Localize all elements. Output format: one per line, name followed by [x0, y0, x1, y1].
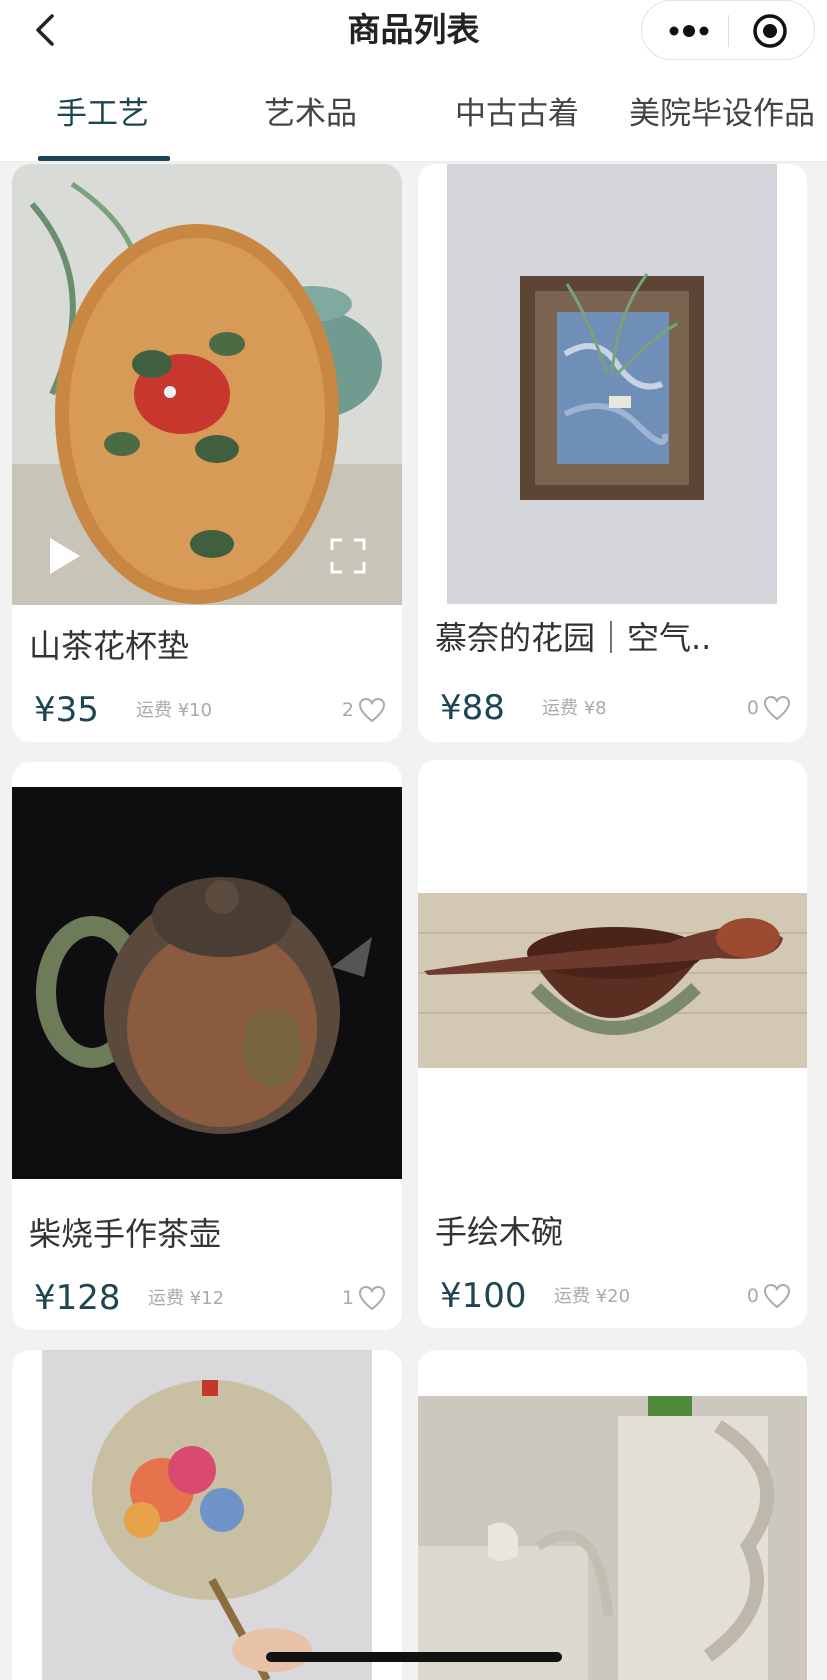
product-video-thumbnail[interactable] [12, 164, 402, 605]
like-button[interactable]: 2 [342, 696, 386, 724]
shipping-fee: 运费 ¥12 [148, 1288, 225, 1309]
play-icon[interactable] [46, 536, 82, 576]
like-count: 0 [746, 1285, 759, 1307]
home-indicator [266, 1652, 562, 1662]
product-image[interactable] [418, 893, 807, 1068]
product-image[interactable] [12, 787, 402, 1179]
product-image[interactable] [418, 1396, 807, 1680]
product-price: ¥35 [34, 690, 99, 730]
category-tabs: 手工艺 艺术品 中古古着 美院毕设作品 [0, 66, 827, 162]
product-card[interactable]: 手绘木碗 ¥100 运费 ¥20 0 [418, 760, 807, 1328]
like-button[interactable]: 0 [747, 1282, 791, 1310]
product-card[interactable] [12, 1350, 402, 1680]
product-image[interactable] [447, 164, 777, 604]
product-card[interactable]: 慕奈的花园｜空气.. ¥88 运费 ¥8 0 [418, 164, 807, 742]
product-card[interactable]: 山茶花杯垫 ¥35 运费 ¥10 2 [12, 164, 402, 742]
target-icon [753, 14, 787, 48]
mini-program-capsule [641, 0, 815, 60]
heart-icon [358, 697, 386, 723]
like-count: 2 [341, 699, 354, 721]
shipping-fee: 运费 ¥20 [554, 1286, 631, 1307]
product-image[interactable] [42, 1350, 372, 1680]
like-count: 0 [746, 697, 759, 719]
heart-icon [763, 1283, 791, 1309]
more-dots-icon [669, 25, 709, 37]
shipping-fee: 运费 ¥8 [542, 698, 607, 719]
close-mini-program-button[interactable] [752, 13, 788, 49]
tab-handicraft[interactable]: 手工艺 [56, 94, 149, 134]
product-price: ¥100 [440, 1276, 527, 1316]
more-button[interactable] [666, 19, 712, 43]
active-tab-indicator [38, 156, 170, 161]
heart-icon [763, 695, 791, 721]
like-count: 1 [341, 1287, 354, 1309]
product-price: ¥128 [34, 1278, 121, 1318]
product-name: 慕奈的花园｜空气.. [435, 619, 712, 657]
product-name: 柴烧手作茶壶 [29, 1215, 222, 1253]
product-price: ¥88 [440, 688, 505, 728]
heart-icon [358, 1285, 386, 1311]
tab-graduation-works[interactable]: 美院毕设作品 [629, 94, 815, 134]
tab-vintage-clothing[interactable]: 中古古着 [455, 94, 579, 134]
product-card[interactable] [418, 1350, 807, 1680]
like-button[interactable]: 0 [747, 694, 791, 722]
navigation-bar: 商品列表 [0, 0, 827, 66]
capsule-divider [728, 15, 729, 47]
product-name: 山茶花杯垫 [29, 627, 190, 665]
fullscreen-icon[interactable] [330, 538, 366, 574]
product-card[interactable]: 柴烧手作茶壶 ¥128 运费 ¥12 1 [12, 762, 402, 1330]
like-button[interactable]: 1 [342, 1284, 386, 1312]
product-name: 手绘木碗 [435, 1213, 564, 1251]
shipping-fee: 运费 ¥10 [136, 700, 213, 721]
tab-artwork[interactable]: 艺术品 [264, 94, 357, 134]
